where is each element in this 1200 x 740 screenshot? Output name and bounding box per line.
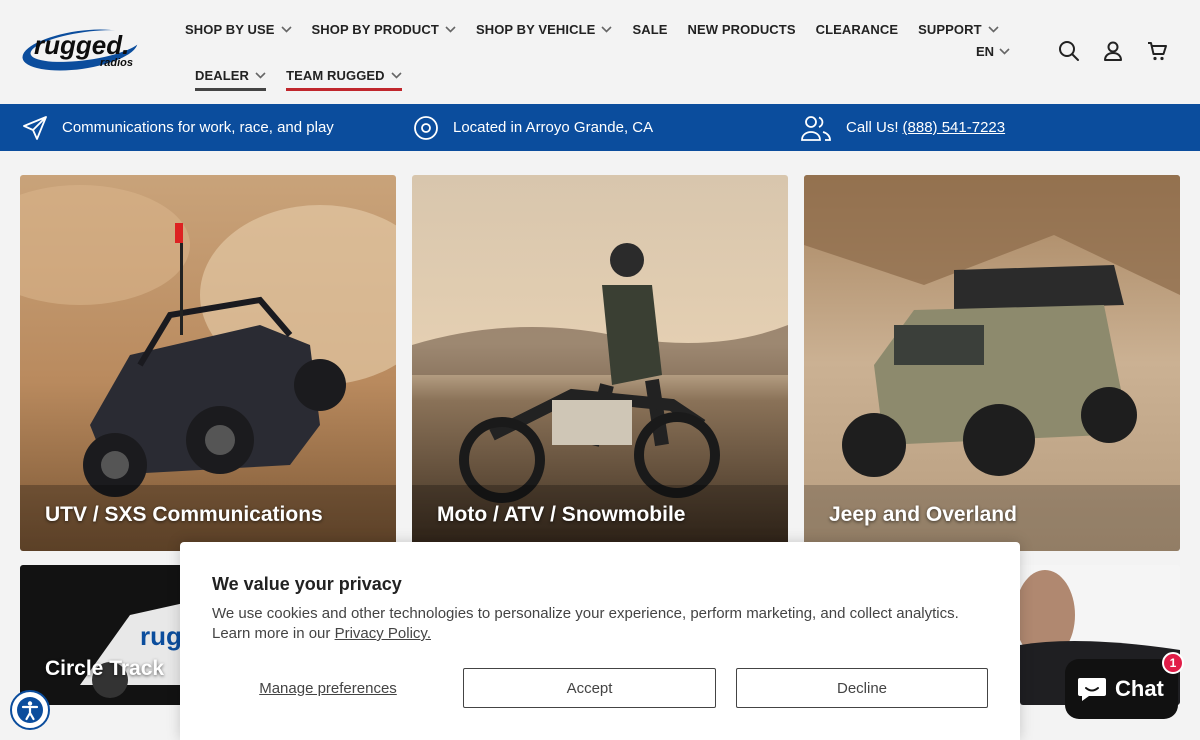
nav-label: SHOP BY USE [185,21,275,37]
accessibility-icon [17,697,43,723]
language-selector[interactable]: EN [976,44,1010,59]
nav-shop-by-vehicle[interactable]: SHOP BY VEHICLE [476,18,613,40]
nav-label: CLEARANCE [815,21,899,37]
chevron-down-icon [988,25,999,33]
nav-label: SHOP BY PRODUCT [311,21,439,37]
chat-label: Chat [1115,676,1164,701]
accessibility-button[interactable] [10,690,50,730]
nav-support[interactable]: SUPPORT [918,18,999,40]
account-icon[interactable] [1102,40,1124,62]
chevron-down-icon [445,25,456,33]
moto-image [412,175,788,551]
location-text: Located in Arroyo Grande, CA [453,119,654,136]
search-icon[interactable] [1058,40,1080,62]
tile-label: Jeep and Overland [829,503,1017,526]
main-nav: SHOP BY USE SHOP BY PRODUCT SHOP BY VEHI… [185,18,1019,40]
phone-link[interactable]: (888) 541-7223 [903,119,1006,136]
nav-team-rugged[interactable]: TEAM RUGGED [286,65,402,91]
paper-plane-icon [23,115,47,140]
tile-moto-atv[interactable]: Moto / ATV / Snowmobile [412,175,788,551]
secondary-nav: DEALER TEAM RUGGED [195,65,422,91]
info-tagline: Communications for work, race, and play [22,104,334,151]
nav-sale[interactable]: SALE [632,18,667,40]
nav-dealer[interactable]: DEALER [195,65,267,91]
cart-icon[interactable] [1146,40,1168,62]
privacy-policy-link[interactable]: Privacy Policy. [335,625,431,642]
chevron-down-icon [391,71,402,79]
chevron-down-icon [601,25,613,33]
location-pin-icon [414,115,438,140]
chat-button[interactable]: Chat [1065,659,1178,719]
nav-new-products[interactable]: NEW PRODUCTS [688,18,796,40]
tile-label: Moto / ATV / Snowmobile [437,503,686,526]
accept-button[interactable]: Accept [463,668,716,708]
logo-subtext: radios [100,57,133,69]
nav-clearance[interactable]: CLEARANCE [816,18,899,40]
nav-label: SALE [632,21,668,37]
nav-shop-by-use[interactable]: SHOP BY USE [185,18,292,40]
users-icon [801,115,831,141]
nav-label: SUPPORT [918,21,982,37]
language-label: EN [975,43,994,59]
nav-label: NEW PRODUCTS [687,21,796,37]
manage-preferences-button[interactable]: Manage preferences [226,668,430,708]
decline-button[interactable]: Decline [736,668,988,708]
tile-jeep-overland[interactable]: Jeep and Overland [804,175,1180,551]
chevron-down-icon [255,71,266,79]
cookie-title: We value your privacy [212,574,402,594]
nav-label: SHOP BY VEHICLE [475,21,596,37]
tagline-text: Communications for work, race, and play [62,119,334,136]
logo-text: rugged. [34,30,129,60]
call-label: Call Us! [846,119,899,136]
cookie-body-text: We use cookies and other technologies to… [212,605,959,642]
jeep-image [804,175,1180,551]
info-location: Located in Arroyo Grande, CA [413,104,653,151]
site-header: rugged. radios SHOP BY USE SHOP BY PRODU… [0,0,1200,104]
cookie-body: We use cookies and other technologies to… [212,604,972,644]
rugged-radios-logo[interactable]: rugged. radios [20,28,152,76]
tile-utv-sxs[interactable]: UTV / SXS Communications [20,175,396,551]
info-phone: Call Us! (888) 541-7223 [800,104,1005,151]
tile-label: UTV / SXS Communications [45,503,323,526]
header-tools: EN [976,40,1168,62]
chat-bubble-icon [1078,678,1106,701]
tile-label: Circle Track [45,657,165,680]
nav-shop-by-product[interactable]: SHOP BY PRODUCT [312,18,456,40]
nav-label: TEAM RUGGED [286,67,385,83]
svg-text:rug: rug [140,621,182,651]
info-bar: Communications for work, race, and play … [0,104,1200,151]
nav-label: DEALER [195,67,250,83]
utv-image [20,175,396,551]
cookie-consent-dialog: We value your privacy We use cookies and… [180,542,1020,740]
chevron-down-icon [999,47,1010,55]
chevron-down-icon [280,25,292,33]
chat-unread-badge: 1 [1162,652,1184,674]
